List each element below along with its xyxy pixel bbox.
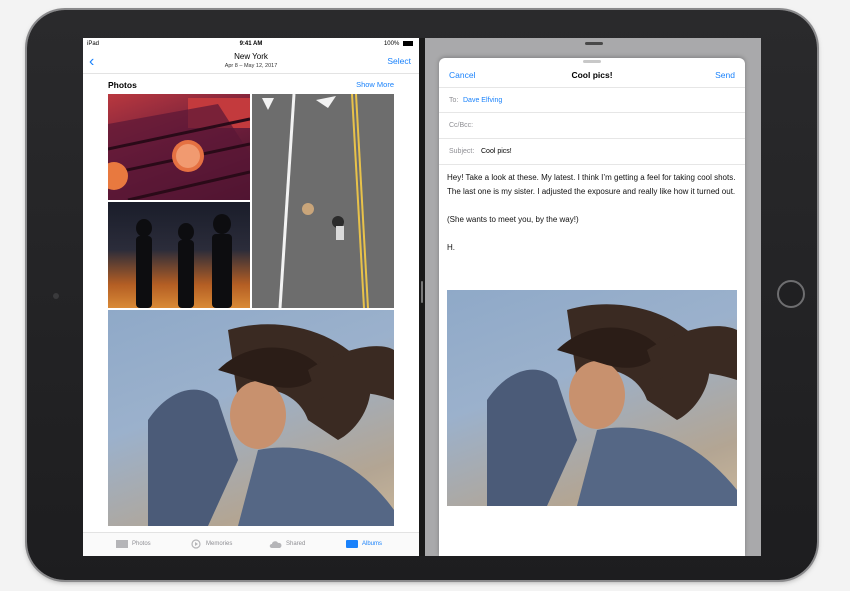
nav-subtitle: Apr 8 – May 12, 2017 xyxy=(224,63,278,69)
select-button[interactable]: Select xyxy=(387,56,411,66)
to-recipient[interactable]: Dave Elfving xyxy=(463,97,502,104)
to-field[interactable]: To: Dave Elfving xyxy=(439,87,745,113)
battery-icon xyxy=(403,41,413,46)
ipad-device: iPad 9:41 AM 100% ‹ New York Apr 8 – May… xyxy=(27,10,817,580)
nav-title: New York xyxy=(234,52,268,61)
body-paragraph-1: Hey! Take a look at these. My latest. I … xyxy=(447,173,736,196)
cc-bcc-field[interactable]: Cc/Bcc: xyxy=(439,113,745,139)
attached-photo-art xyxy=(487,304,737,506)
tab-memories-label: Memories xyxy=(206,541,233,547)
subject-value[interactable]: Cool pics! xyxy=(481,148,512,155)
photo-portrait-art xyxy=(148,324,394,526)
photo-grid xyxy=(108,94,394,526)
tab-shared[interactable]: Shared xyxy=(269,539,305,549)
tab-albums[interactable]: Albums xyxy=(345,539,382,549)
albums-tab-icon xyxy=(346,540,358,548)
ipad-screen: iPad 9:41 AM 100% ‹ New York Apr 8 – May… xyxy=(83,38,761,556)
message-body[interactable]: Hey! Take a look at these. My latest. I … xyxy=(447,171,739,269)
divider-handle[interactable] xyxy=(421,281,423,303)
stage: iPad 9:41 AM 100% ‹ New York Apr 8 – May… xyxy=(0,0,850,591)
status-time: 9:41 AM xyxy=(239,41,263,47)
status-bar: iPad 9:41 AM 100% xyxy=(83,38,419,50)
tab-photos[interactable]: Photos xyxy=(115,539,151,549)
photos-app: iPad 9:41 AM 100% ‹ New York Apr 8 – May… xyxy=(83,38,419,556)
show-more-link[interactable]: Show More xyxy=(356,80,394,89)
photo-silhouettes-art xyxy=(136,214,232,308)
subject-label: Subject: xyxy=(449,148,475,155)
compose-title: Cool pics! xyxy=(571,70,613,80)
cloud-icon xyxy=(269,541,282,548)
to-label: To: xyxy=(449,97,459,104)
photos-tab-icon xyxy=(116,540,128,548)
cc-bcc-label: Cc/Bcc: xyxy=(449,122,474,129)
battery-status: 100% xyxy=(384,41,413,47)
tab-albums-label: Albums xyxy=(362,541,383,547)
send-button[interactable]: Send xyxy=(715,70,735,80)
tab-memories[interactable]: Memories xyxy=(189,539,232,549)
memories-tab-icon xyxy=(191,539,201,549)
attached-photo[interactable] xyxy=(447,290,737,506)
compose-grabber[interactable] xyxy=(583,60,601,63)
photo-grapefruit-art xyxy=(108,98,250,200)
tab-bar: Photos Memories Shared Albums xyxy=(83,532,419,556)
tab-shared-label: Shared xyxy=(286,541,306,547)
photos-nav-bar: ‹ New York Apr 8 – May 12, 2017 Select xyxy=(83,50,419,74)
tab-photos-label: Photos xyxy=(132,541,151,547)
photo-road[interactable] xyxy=(252,94,394,308)
section-title: Photos xyxy=(108,80,137,90)
home-button[interactable] xyxy=(777,280,805,308)
photo-grapefruit[interactable] xyxy=(108,94,250,200)
battery-percent: 100% xyxy=(383,41,400,48)
front-camera xyxy=(53,293,59,299)
photo-silhouettes[interactable] xyxy=(108,202,250,308)
compose-sheet: Cancel Cool pics! Send To: Dave Elfving … xyxy=(439,58,745,556)
body-signature: H. xyxy=(447,243,455,252)
photo-road-art xyxy=(252,94,394,308)
photo-portrait[interactable] xyxy=(108,310,394,526)
subject-field[interactable]: Subject: Cool pics! xyxy=(439,139,745,165)
body-paragraph-2: (She wants to meet you, by the way!) xyxy=(447,215,579,224)
